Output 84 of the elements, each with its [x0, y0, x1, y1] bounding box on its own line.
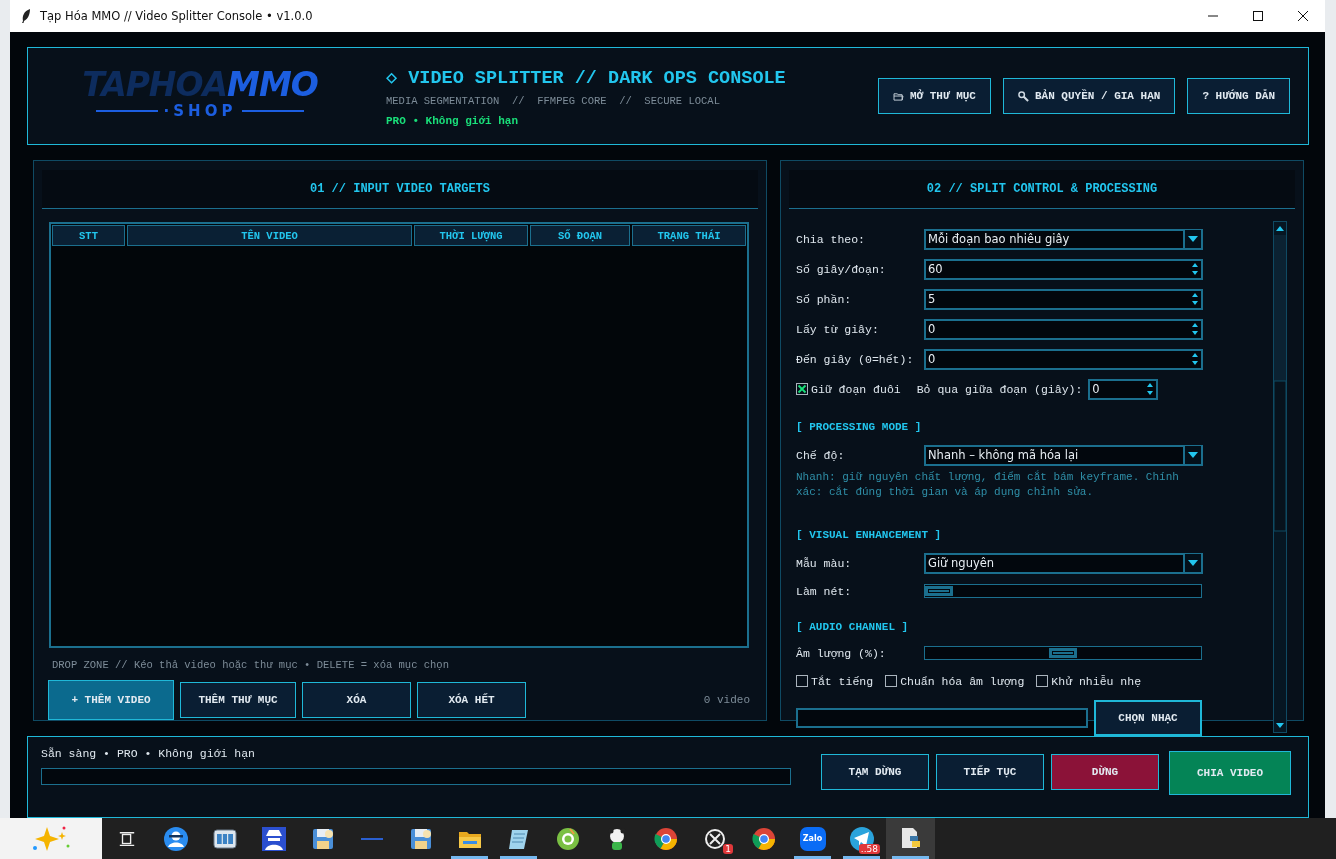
section-heading: [ PROCESSING MODE ] [796, 421, 922, 433]
column-header[interactable]: SỐ ĐOẠN [530, 225, 630, 246]
column-header[interactable]: STT [52, 225, 125, 246]
slider-thumb[interactable] [1049, 648, 1077, 658]
taskbar-button[interactable]: Zalo [788, 818, 837, 859]
spin-field[interactable]: 0 [1088, 378, 1159, 400]
slider[interactable] [924, 646, 1202, 660]
window-title: Tạp Hóa MMO // Video Splitter Console • v1.0.0 [40, 9, 313, 23]
app-title: ◇ VIDEO SPLITTER // DARK OPS CONSOLE [386, 66, 786, 89]
control-button[interactable]: TIẾP TỤC [936, 754, 1044, 790]
notification-badge: 1 [723, 844, 733, 854]
folder-icon [892, 91, 904, 101]
spin-field[interactable]: 5 [924, 288, 1203, 310]
agent-icon [162, 825, 189, 852]
checkbox-icon [1036, 675, 1049, 687]
dropdown-arrow-icon [1183, 446, 1201, 464]
dropdown[interactable]: Giữ nguyên [924, 552, 1203, 574]
field-label: Đến giây (0=hết): [796, 352, 915, 366]
panel-header: 02 // SPLIT CONTROL & PROCESSING [789, 170, 1295, 209]
chrome-icon [652, 825, 679, 852]
column-header[interactable]: TÊN VIDEO [127, 225, 412, 246]
action-button[interactable]: XÓA [302, 682, 411, 718]
header-button[interactable]: BẢN QUYỀN / GIA HẠN [1002, 78, 1176, 114]
field-label: Bỏ qua giữa đoạn (giây): [916, 382, 1083, 396]
status-text: Sẵn sàng • PRO • Không giới hạn [41, 747, 256, 760]
close-icon[interactable] [1297, 10, 1309, 22]
field-label: Chế độ: [796, 448, 846, 462]
control-button[interactable]: DỪNG [1051, 754, 1159, 790]
music-path-field[interactable] [796, 708, 1088, 728]
drop-zone-hint: DROP ZONE // Kéo thả video hoặc thư mục • DELETE = xóa mục chọn [52, 659, 450, 671]
checkbox-icon [796, 675, 808, 687]
field-label: Mẫu màu: [796, 556, 853, 570]
header-button[interactable]: ? HƯỚNG DẪN [1187, 78, 1290, 114]
action-button[interactable]: THÊM THƯ MỤC [180, 682, 296, 718]
control-button[interactable]: TẠM DỪNG [821, 754, 929, 790]
chat-app-icon: Zalo [799, 826, 826, 851]
field-label: Làm nét: [796, 584, 853, 598]
checkbox-icon [885, 675, 898, 687]
dropdown-arrow-icon [1183, 230, 1201, 248]
scrollbar[interactable] [1273, 221, 1287, 733]
checkbox[interactable]: Chuẩn hóa âm lượng [885, 674, 1025, 688]
slider-thumb[interactable] [925, 586, 953, 596]
section-heading: [ VISUAL ENHANCEMENT ] [796, 529, 942, 541]
field-label: Số giây/đoạn: [796, 262, 887, 276]
chrome-icon [750, 825, 777, 852]
taskbar-button[interactable]: ..58 [837, 818, 886, 859]
maximize-icon[interactable] [1252, 10, 1264, 22]
dash-icon [360, 837, 383, 840]
spin-field[interactable]: 0 [924, 348, 1203, 370]
field-label: Âm lượng (%): [796, 646, 887, 660]
spin-field[interactable]: 0 [924, 318, 1203, 340]
taskbar-button[interactable]: 1 [690, 818, 739, 859]
field-label: Số phần: [796, 292, 853, 306]
header-button[interactable]: MỞ THƯ MỤC [877, 78, 991, 114]
action-button[interactable]: + THÊM VIDEO [48, 680, 174, 720]
taskbar-button[interactable] [886, 818, 935, 859]
tagline: MEDIA SEGMENTATION // FFMPEG CORE // SECURE LOCAL [386, 94, 721, 107]
help-text: Nhanh: giữ nguyên chất lượng, điểm cắt bám keyframe. Chính xác: cắt đúng thời gian và áp dụng chỉnh sửa. [796, 470, 1180, 500]
panel-header: 01 // INPUT VIDEO TARGETS [42, 170, 758, 209]
section-heading: [ AUDIO CHANNEL ] [796, 621, 909, 633]
choose-music-button[interactable]: CHỌN NHẠC [1094, 700, 1202, 736]
feather-icon [20, 8, 32, 24]
checkbox[interactable]: Tắt tiếng [796, 674, 874, 688]
task-view-icon [117, 829, 136, 848]
dropdown[interactable]: Nhanh – không mã hóa lại [924, 444, 1203, 466]
logo: TAPHOAMMO ·SHOP [81, 68, 319, 120]
spy-icon [260, 825, 287, 852]
dropdown-arrow-icon [1183, 554, 1201, 572]
control-button[interactable]: CHIA VIDEO [1169, 751, 1291, 795]
checkbox[interactable]: Khử nhiễu nhẹ [1036, 674, 1142, 688]
license-status: PRO • Không giới hạn [386, 114, 520, 127]
checkbox[interactable]: Giữ đoạn đuôi [796, 382, 901, 396]
spin-field[interactable]: 60 [924, 258, 1203, 280]
field-label: Lấy từ giây: [796, 322, 880, 336]
action-button[interactable]: XÓA HẾT [417, 682, 526, 718]
column-header[interactable]: THỜI LƯỢNG [414, 225, 528, 246]
notification-badge: ..58 [858, 844, 880, 854]
checkbox-icon [796, 383, 808, 395]
field-label: Chia theo: [796, 232, 866, 246]
dropdown[interactable]: Mỗi đoạn bao nhiêu giây [924, 228, 1203, 250]
video-count: 0 video [703, 694, 750, 706]
browser-icon [554, 825, 581, 852]
slider[interactable] [924, 584, 1202, 598]
column-header[interactable]: TRẠNG THÁI [632, 225, 746, 246]
